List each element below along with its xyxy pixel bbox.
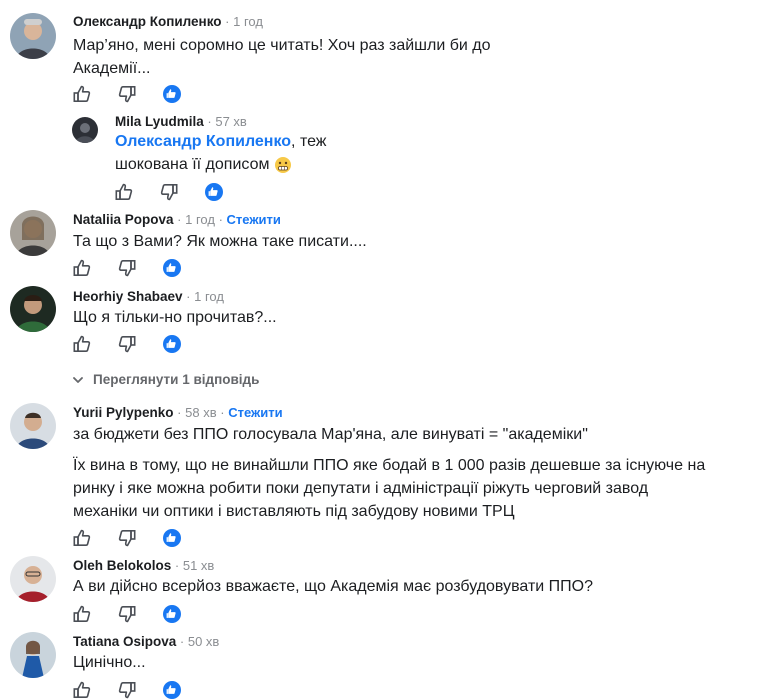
avatar[interactable] [10, 556, 56, 602]
comment-line: А ви дійсно всерйоз вважаєте, що Академі… [73, 578, 593, 595]
comment-author[interactable]: Oleh Belokolos [73, 558, 171, 573]
comment-line: ринку і яке можна робити поки депутати і… [73, 480, 649, 497]
comment-time[interactable]: 1 год [233, 14, 263, 29]
comment-time[interactable]: 51 хв [183, 558, 214, 573]
comment-line: Мар’яно, мені соромно це читать! Хоч раз… [73, 37, 491, 54]
thumb-down-icon[interactable] [117, 680, 137, 700]
thumb-up-icon[interactable] [72, 680, 92, 700]
comment-author[interactable]: Nataliia Popova [73, 212, 174, 227]
comment-line: Їх вина в тому, що не винайшли ППО яке б… [73, 457, 706, 474]
comment-text: за бюджети без ППО голосувала Мар'яна, а… [73, 423, 705, 523]
avatar[interactable] [10, 210, 56, 256]
comment-text: Олександр Копиленко, теж шокована її доп… [115, 130, 327, 176]
comment-time[interactable]: 58 хв [185, 405, 216, 420]
comment-line: Та що з Вами? Як можна таке писати.... [73, 233, 367, 250]
comment-text: Цинічно... [73, 651, 146, 674]
comment-author[interactable]: Yurii Pylypenko [73, 405, 174, 420]
like-reaction-icon[interactable] [204, 182, 224, 202]
grimace-emoji-icon [274, 156, 292, 174]
comment-time[interactable]: 57 хв [215, 114, 246, 129]
thumb-up-icon[interactable] [72, 84, 92, 104]
thumb-down-icon[interactable] [117, 334, 137, 354]
avatar[interactable] [72, 117, 98, 143]
thumb-up-icon[interactable] [114, 182, 134, 202]
comment-line: Академії... [73, 60, 151, 77]
thumb-down-icon[interactable] [159, 182, 179, 202]
comment-line: шокована її дописом [115, 156, 270, 173]
avatar[interactable] [10, 13, 56, 59]
avatar[interactable] [10, 286, 56, 332]
thumb-up-icon[interactable] [72, 334, 92, 354]
comment-line: Що я тільки-но прочитав?... [73, 309, 277, 326]
thumb-down-icon[interactable] [117, 258, 137, 278]
thumb-down-icon[interactable] [117, 528, 137, 548]
follow-link[interactable]: Стежити [228, 405, 282, 420]
comment-text: Що я тільки-но прочитав?... [73, 306, 277, 329]
mention-link[interactable]: Олександр Копиленко [115, 133, 291, 150]
chevron-down-icon [72, 374, 84, 386]
thumb-up-icon[interactable] [72, 528, 92, 548]
comment-time[interactable]: 1 год [194, 289, 224, 304]
comment-text: А ви дійсно всерйоз вважаєте, що Академі… [73, 575, 593, 598]
thumb-down-icon[interactable] [117, 84, 137, 104]
comment-text: Мар’яно, мені соромно це читать! Хоч раз… [73, 34, 491, 80]
comment-line: Цинічно... [73, 654, 146, 671]
avatar[interactable] [10, 403, 56, 449]
thumb-up-icon[interactable] [72, 604, 92, 624]
view-replies-label: Переглянути 1 відповідь [93, 372, 260, 387]
thumb-up-icon[interactable] [72, 258, 92, 278]
comment-author[interactable]: Heorhiy Shabaev [73, 289, 183, 304]
comment-time[interactable]: 1 год [185, 212, 215, 227]
like-reaction-icon[interactable] [162, 334, 182, 354]
like-reaction-icon[interactable] [162, 680, 182, 700]
comment-text: Та що з Вами? Як можна таке писати.... [73, 230, 367, 253]
avatar[interactable] [10, 632, 56, 678]
comment-author[interactable]: Олександр Копиленко [73, 14, 222, 29]
view-replies-button[interactable]: Переглянути 1 відповідь [72, 372, 259, 387]
comment-line: за бюджети без ППО голосувала Мар'яна, а… [73, 426, 588, 443]
thumb-down-icon[interactable] [117, 604, 137, 624]
follow-link[interactable]: Стежити [227, 212, 281, 227]
like-reaction-icon[interactable] [162, 84, 182, 104]
like-reaction-icon[interactable] [162, 528, 182, 548]
comment-time[interactable]: 50 хв [188, 634, 219, 649]
comment-author[interactable]: Tatiana Osipova [73, 634, 176, 649]
comment-line: , теж [291, 133, 327, 150]
comment-line: механіки чи оптики і виставляють під заб… [73, 503, 515, 520]
like-reaction-icon[interactable] [162, 258, 182, 278]
comment-author[interactable]: Mila Lyudmila [115, 114, 204, 129]
like-reaction-icon[interactable] [162, 604, 182, 624]
